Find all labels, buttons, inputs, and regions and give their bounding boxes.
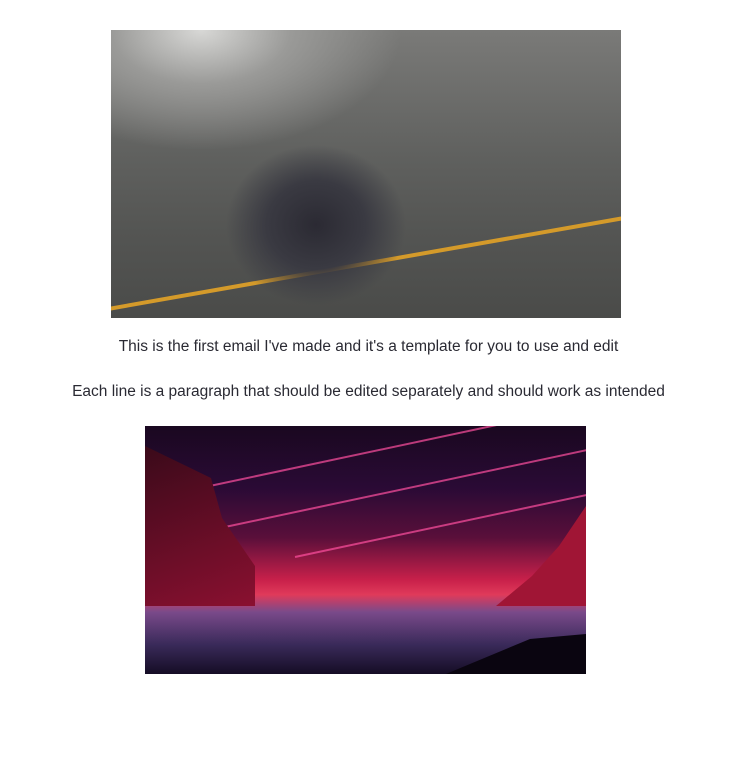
paragraph-2: Each line is a paragraph that should be … bbox=[72, 383, 665, 400]
mountain-left bbox=[145, 446, 255, 606]
neon-landscape-with-wolf-image bbox=[145, 426, 586, 674]
mountain-right bbox=[496, 506, 586, 606]
character-sitting-on-road-image bbox=[111, 30, 621, 318]
hill-with-wolf bbox=[446, 634, 586, 674]
paragraph-1: This is the first email I've made and it… bbox=[118, 338, 619, 355]
character-figure bbox=[206, 135, 406, 305]
